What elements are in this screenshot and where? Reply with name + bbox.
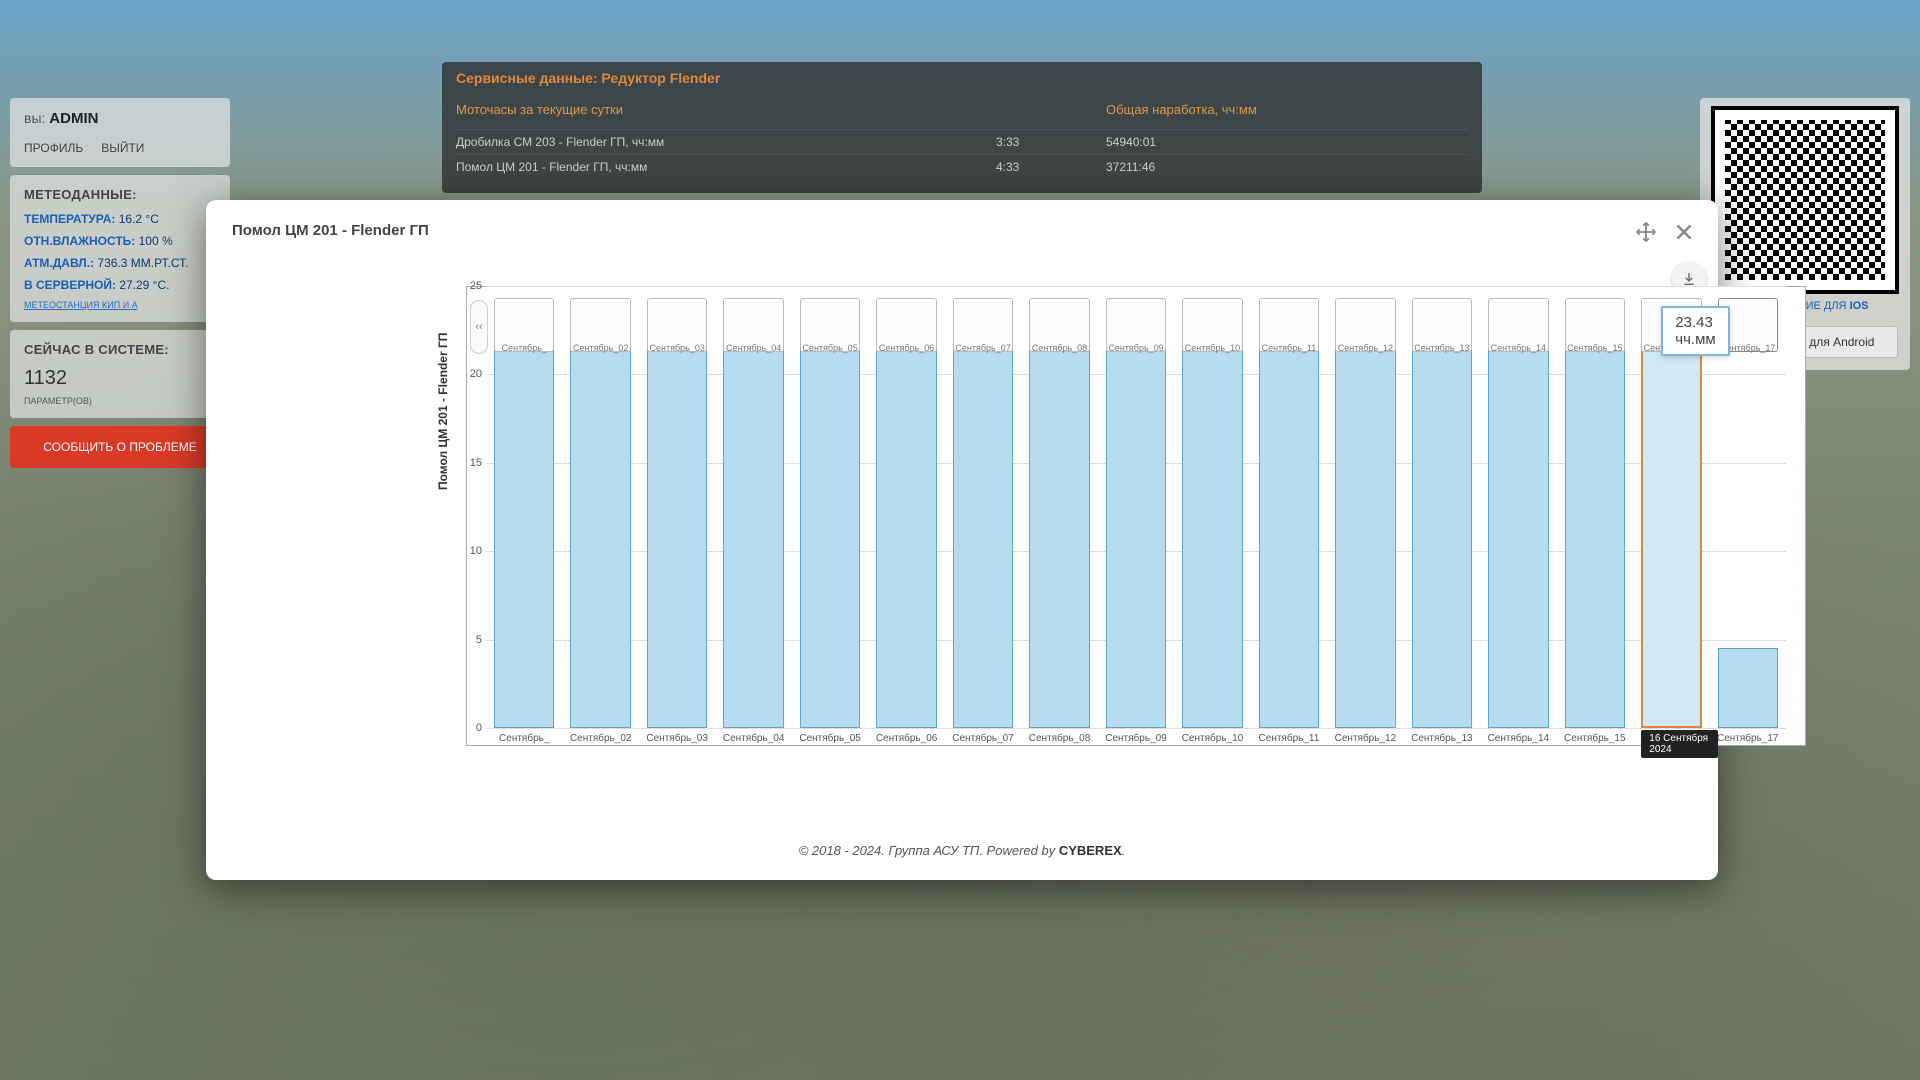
report-problem-button[interactable]: СООБЩИТЬ О ПРОБЛЕМЕ [10, 426, 230, 468]
chart-top-label[interactable]: Сентябрь_14 [1488, 298, 1548, 352]
xtick: Сентябрь_ [486, 733, 562, 744]
chart-top-label[interactable]: Сентябрь_15 [1565, 298, 1625, 352]
chart-bar[interactable] [1641, 314, 1701, 728]
chart-bar[interactable] [800, 337, 860, 728]
sub-total: Общая наработка, чч:мм [1106, 102, 1468, 117]
xtick: Сентябрь_13 [1404, 733, 1480, 744]
row-total-1: 37211:46 [1106, 154, 1468, 179]
row-name-1: Помол ЦМ 201 - Flender ГП, чч:мм [456, 154, 996, 179]
chart-bar[interactable] [1335, 318, 1395, 728]
xtick: Сентябрь_04 [715, 733, 791, 744]
chart-bar[interactable] [1106, 321, 1166, 728]
xtick: Сентябрь_14 [1480, 733, 1556, 744]
chart-top-label[interactable]: Сентябрь_02 [570, 298, 630, 352]
ytick: 20 [470, 368, 482, 380]
user-prefix: вы: [24, 110, 45, 126]
online-caption: ПАРАМЕТР(ОВ) [24, 396, 216, 406]
ytick: 15 [470, 457, 482, 469]
chart-bar[interactable] [1412, 318, 1472, 728]
row-name-0: Дробилка СМ 203 - Flender ГП, чч:мм [456, 129, 996, 154]
ytick: 10 [470, 545, 482, 557]
meteo-row: ТЕМПЕРАТУРА: 16.2 °C [24, 212, 216, 226]
xtick: Сентябрь_08 [1021, 733, 1097, 744]
chart-bar[interactable] [723, 311, 783, 728]
chart-modal: Помол ЦМ 201 - Flender ГП ‹‹ ›› Помол ЦМ… [206, 200, 1718, 880]
chart-bar[interactable] [647, 311, 707, 728]
service-data-title: Сервисные данные: Редуктор Flender [456, 70, 1468, 86]
chart-top-label[interactable]: Сентябрь_05 [800, 298, 860, 352]
chart-top-label[interactable]: Сентябрь_04 [723, 298, 783, 352]
xtick: Сентябрь_03 [639, 733, 715, 744]
chart-top-label[interactable]: Сентябрь_06 [876, 298, 936, 352]
ytick: 5 [476, 634, 482, 646]
chart-top-label[interactable]: Сентябрь_08 [1029, 298, 1089, 352]
chart-tooltip-date: 16 Сентября 2024 [1641, 730, 1718, 758]
meteo-row: ОТН.ВЛАЖНОСТЬ: 100 % [24, 234, 216, 248]
xtick: Сентябрь_06 [868, 733, 944, 744]
modal-title: Помол ЦМ 201 - Flender ГП [232, 222, 1692, 239]
xtick: Сентябрь_02 [562, 733, 638, 744]
user-name: ADMIN [49, 110, 98, 127]
qr-code [1715, 110, 1895, 290]
xtick: Сентябрь_10 [1174, 733, 1250, 744]
logout-link[interactable]: ВЫЙТИ [101, 141, 144, 155]
chart-top-label[interactable]: Сентябрь_ [494, 298, 554, 352]
xtick: Сентябрь_05 [792, 733, 868, 744]
online-panel: СЕЙЧАС В СИСТЕМЕ: 1132 ПАРАМЕТР(ОВ) [10, 330, 230, 418]
row-total-0: 54940:01 [1106, 129, 1468, 154]
move-icon[interactable] [1632, 218, 1660, 246]
meteo-panel: МЕТЕОДАННЫЕ: ТЕМПЕРАТУРА: 16.2 °C ОТН.ВЛА… [10, 175, 230, 322]
ytick: 0 [476, 722, 482, 734]
xtick: Сентябрь_17 [1710, 733, 1786, 744]
ytick: 25 [470, 280, 482, 292]
chart-top-label[interactable]: Сентябрь_12 [1335, 298, 1395, 352]
chart-top-label[interactable]: Сентябрь_10 [1182, 298, 1242, 352]
close-icon[interactable] [1670, 218, 1698, 246]
xtick: Сентябрь_09 [1098, 733, 1174, 744]
footer: © 2018 - 2024. Группа АСУ ТП. Powered by… [206, 843, 1718, 858]
chart-top-label[interactable]: Сентябрь_13 [1412, 298, 1472, 352]
chart-top-label[interactable]: Сентябрь_11 [1259, 298, 1319, 352]
xtick: Сентябрь_11 [1251, 733, 1327, 744]
meteo-heading: МЕТЕОДАННЫЕ: [24, 187, 216, 202]
meteo-row: В СЕРВЕРНОЙ: 27.29 °C. [24, 278, 216, 292]
row-today-1: 4:33 [996, 154, 1106, 179]
meteo-source-link[interactable]: МЕТЕОСТАНЦИЯ КИП И А [24, 300, 216, 310]
meteo-row: АТМ.ДАВЛ.: 736.3 ММ.РТ.СТ. [24, 256, 216, 270]
xtick: Сентябрь_07 [945, 733, 1021, 744]
chart-top-label[interactable]: Сентябрь_03 [647, 298, 707, 352]
xtick: Сентябрь_15 [1557, 733, 1633, 744]
chart-top-label[interactable]: Сентябрь_07 [953, 298, 1013, 352]
service-data-panel: Сервисные данные: Редуктор Flender Моточ… [442, 62, 1482, 193]
online-heading: СЕЙЧАС В СИСТЕМЕ: [24, 342, 216, 357]
online-count: 1132 [24, 367, 216, 390]
xtick: Сентябрь_12 [1327, 733, 1403, 744]
user-panel: вы: ADMIN ПРОФИЛЬ ВЫЙТИ [10, 98, 230, 167]
profile-link[interactable]: ПРОФИЛЬ [24, 141, 83, 155]
chart-bar[interactable] [1718, 648, 1778, 728]
chart-tooltip: 23.43 чч.мм [1661, 306, 1729, 356]
sub-today: Моточасы за текущие сутки [456, 102, 996, 117]
chart-top-label[interactable]: Сентябрь_09 [1106, 298, 1166, 352]
row-today-0: 3:33 [996, 129, 1106, 154]
